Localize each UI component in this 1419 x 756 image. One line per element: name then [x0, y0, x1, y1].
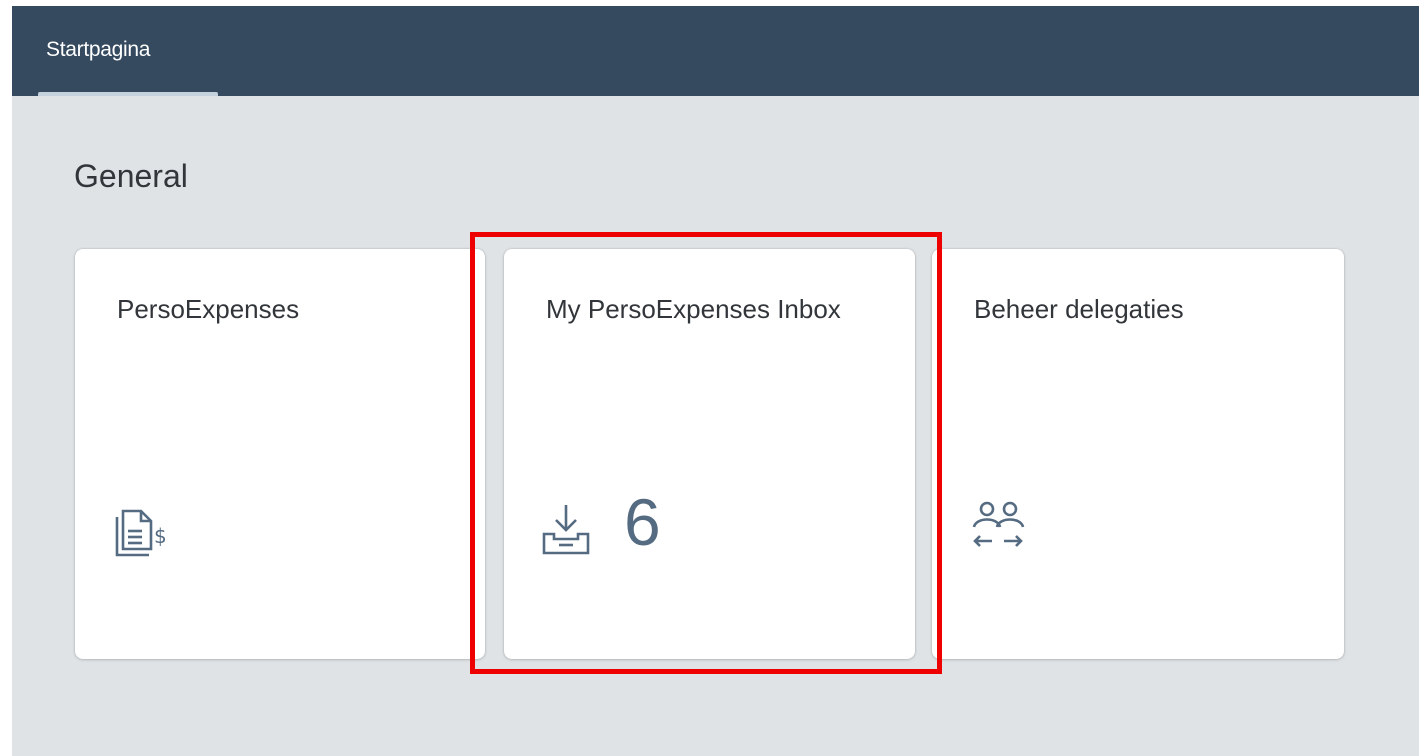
tab-label: Startpagina: [46, 38, 151, 61]
launchpad: Startpagina General PersoExpenses $ My P…: [12, 6, 1419, 756]
shell-bar: Startpagina: [12, 6, 1419, 96]
tab-startpagina[interactable]: Startpagina: [38, 6, 218, 96]
tile-title: My PersoExpenses Inbox: [546, 294, 841, 324]
section-title: General: [74, 158, 188, 194]
tile-title: PersoExpenses: [117, 294, 300, 324]
active-tab-indicator: [38, 92, 218, 96]
tile-beheer-delegaties[interactable]: Beheer delegaties: [932, 249, 1344, 659]
svg-text:$: $: [154, 524, 167, 548]
tile-title: Beheer delegaties: [974, 294, 1184, 324]
inbox-download-icon: [542, 501, 602, 557]
user-delegation-icon: [970, 501, 1030, 557]
tile-my-persoexpenses-inbox[interactable]: My PersoExpenses Inbox 6: [504, 249, 915, 659]
expense-report-icon: $: [113, 501, 173, 557]
tile-count: 6: [624, 485, 661, 559]
tile-persoexpenses[interactable]: PersoExpenses $: [75, 249, 485, 659]
